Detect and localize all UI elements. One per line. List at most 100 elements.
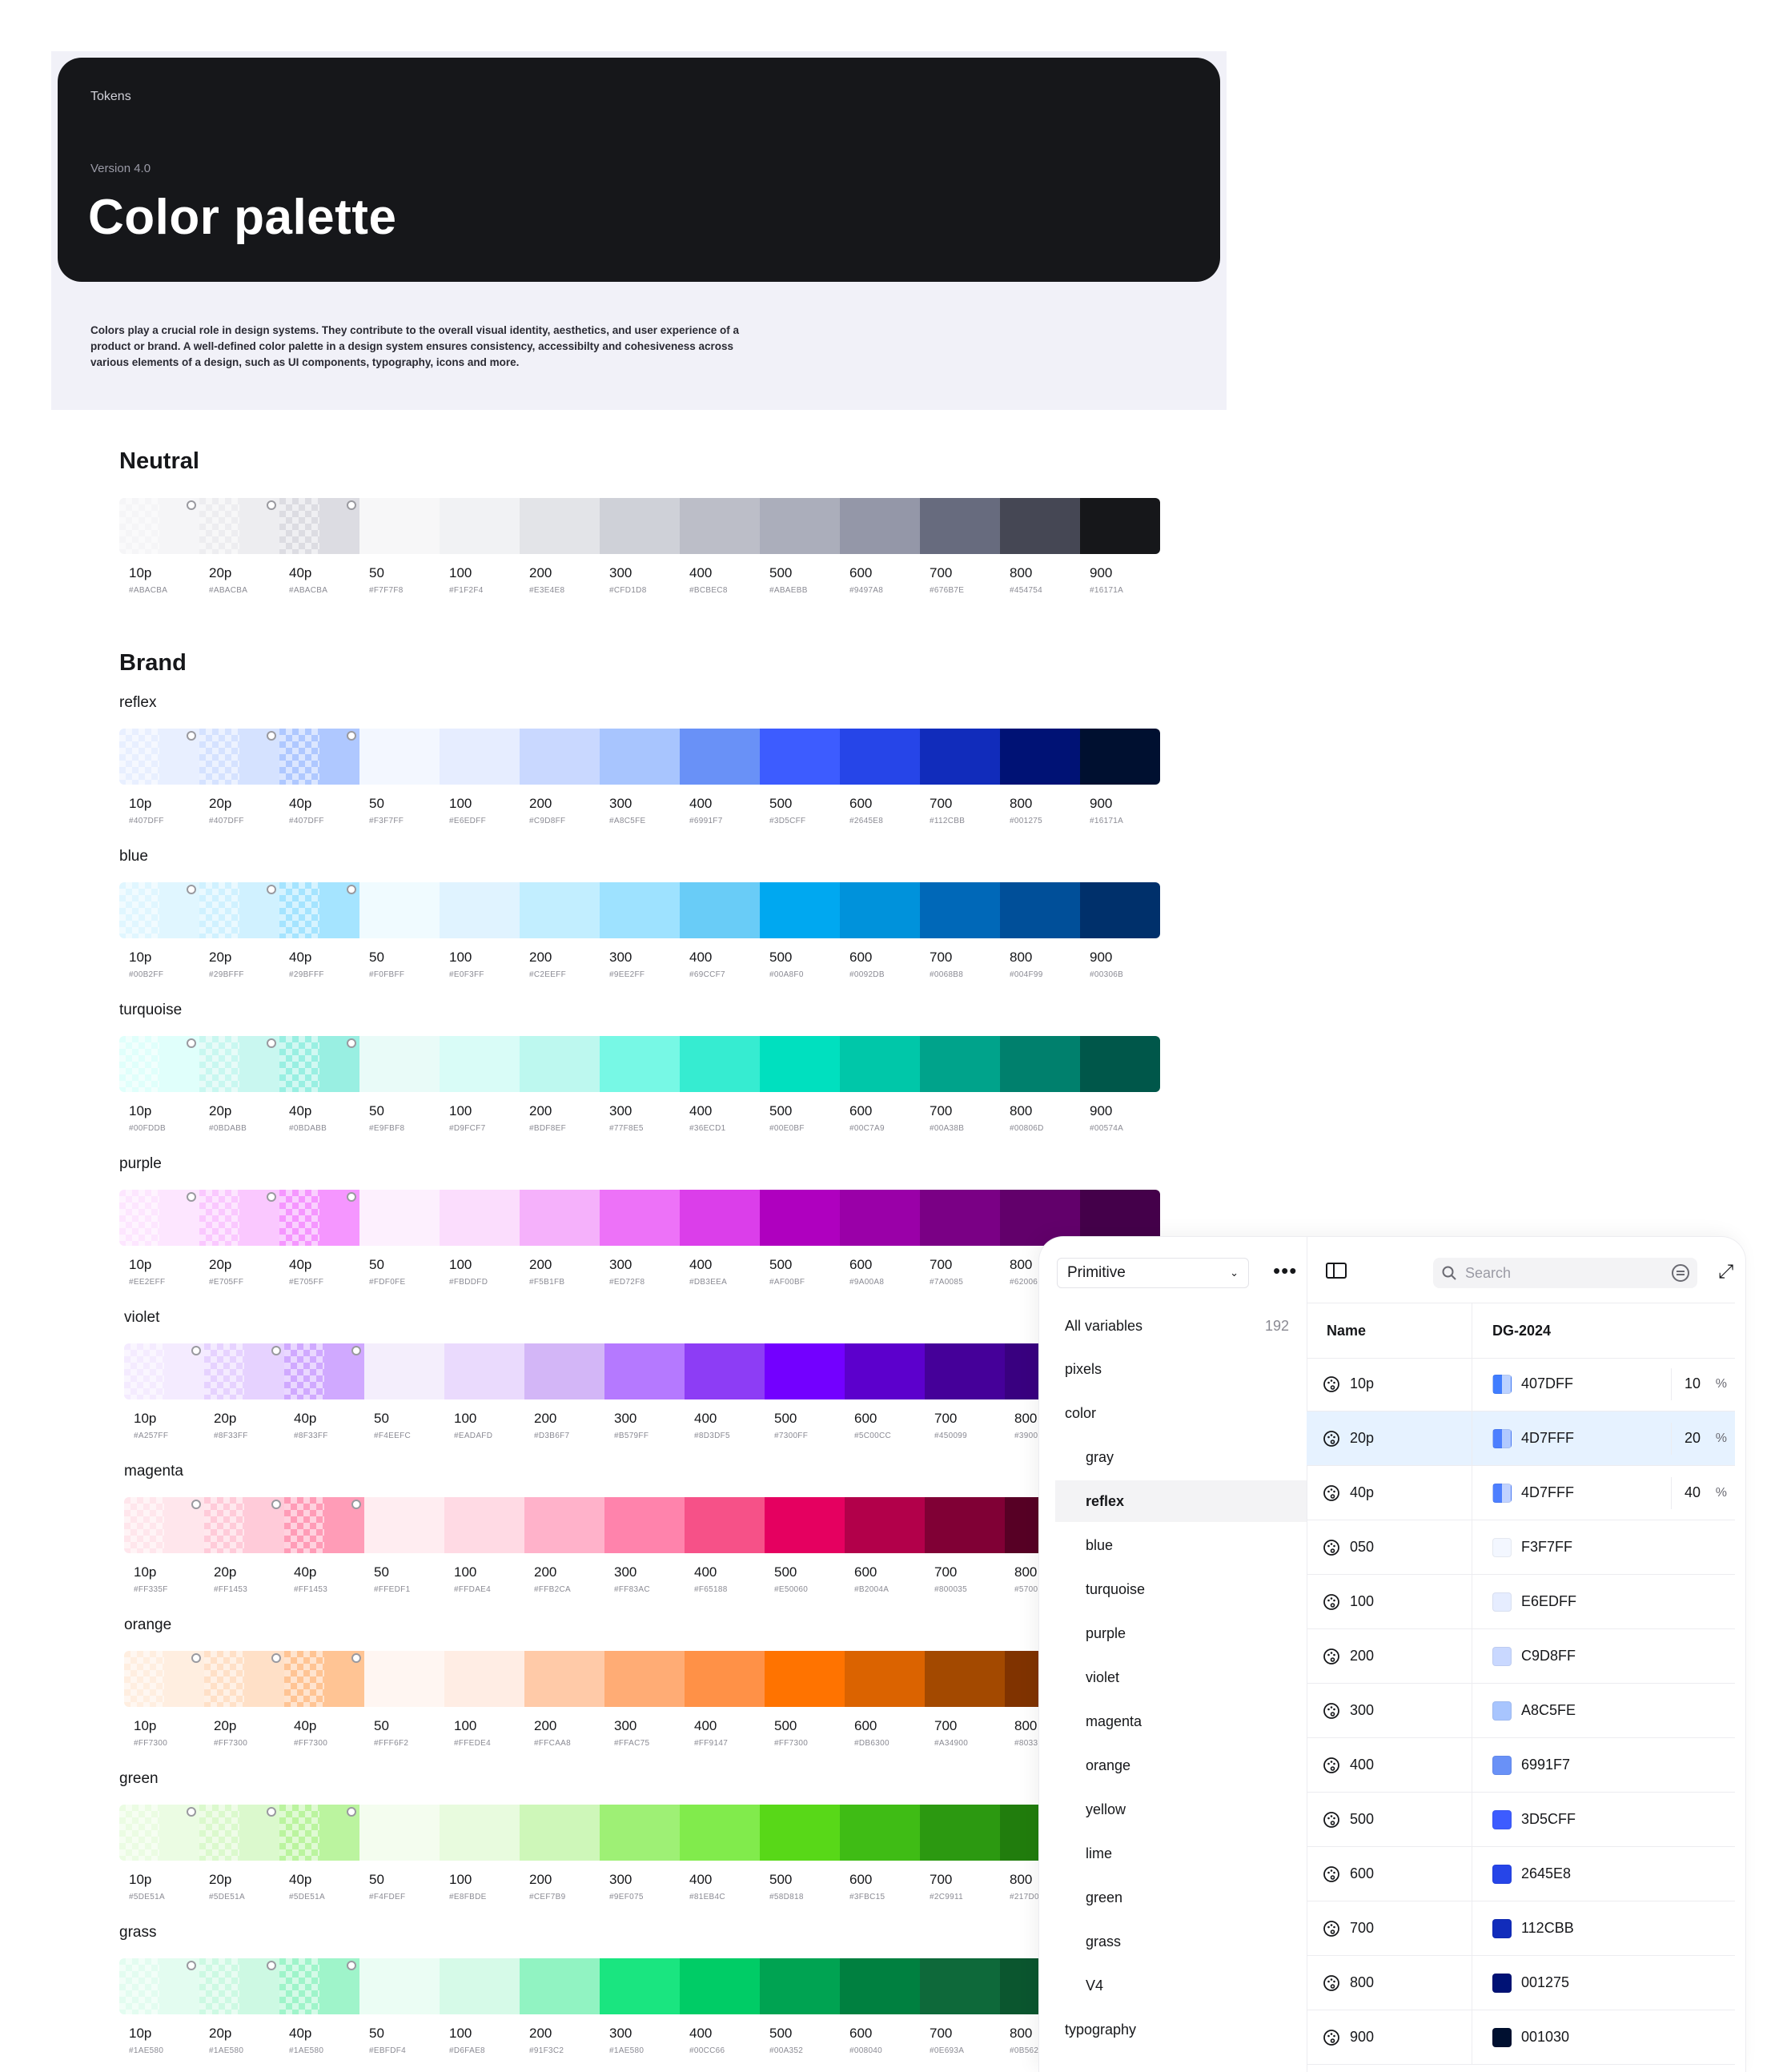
color-swatch[interactable] xyxy=(520,1805,600,1861)
table-row[interactable]: 300 A8C5FE xyxy=(1307,1684,1735,1738)
color-swatch[interactable] xyxy=(440,729,520,785)
color-swatch[interactable] xyxy=(680,498,760,554)
variable-name-cell[interactable]: 200 xyxy=(1307,1629,1472,1683)
color-swatch[interactable] xyxy=(765,1651,845,1707)
color-swatch[interactable] xyxy=(284,1651,364,1707)
color-swatch[interactable] xyxy=(840,498,920,554)
opacity-field[interactable]: 40% xyxy=(1671,1476,1735,1509)
color-swatch[interactable] xyxy=(119,1958,199,2014)
color-swatch[interactable] xyxy=(920,1036,1000,1092)
color-swatch[interactable] xyxy=(520,1190,600,1246)
table-row[interactable]: 050 F3F7FF xyxy=(1307,1520,1735,1575)
color-swatch[interactable] xyxy=(685,1497,765,1553)
color-swatch[interactable] xyxy=(359,1805,440,1861)
color-swatch[interactable] xyxy=(765,1343,845,1399)
color-swatch[interactable] xyxy=(284,1497,364,1553)
more-options-icon[interactable]: ••• xyxy=(1273,1259,1297,1282)
color-swatch[interactable] xyxy=(1000,882,1080,938)
color-chip[interactable] xyxy=(1492,1701,1512,1721)
color-chip[interactable] xyxy=(1492,2027,1512,2047)
color-swatch[interactable] xyxy=(119,882,199,938)
color-swatch[interactable] xyxy=(600,882,680,938)
color-swatch[interactable] xyxy=(279,1805,359,1861)
color-swatch[interactable] xyxy=(1000,729,1080,785)
color-swatch[interactable] xyxy=(604,1343,685,1399)
color-swatch[interactable] xyxy=(680,882,760,938)
column-header-mode[interactable]: DG-2024 xyxy=(1472,1323,1551,1339)
variable-name-cell[interactable]: 800 xyxy=(1307,1956,1472,2010)
color-swatch[interactable] xyxy=(920,729,1000,785)
sidebar-item-reflex[interactable]: reflex xyxy=(1055,1480,1307,1522)
table-row[interactable]: 100 E6EDFF xyxy=(1307,1575,1735,1629)
color-swatch[interactable] xyxy=(760,1958,840,2014)
color-swatch[interactable] xyxy=(600,1190,680,1246)
color-swatch[interactable] xyxy=(440,1036,520,1092)
color-swatch[interactable] xyxy=(680,1190,760,1246)
color-swatch[interactable] xyxy=(520,1036,600,1092)
color-swatch[interactable] xyxy=(524,1497,604,1553)
color-swatch[interactable] xyxy=(845,1343,925,1399)
color-swatch[interactable] xyxy=(604,1497,685,1553)
color-swatch[interactable] xyxy=(279,498,359,554)
sidebar-toggle-icon[interactable] xyxy=(1326,1263,1347,1279)
table-row[interactable]: 800 001275 xyxy=(1307,1956,1735,2010)
color-swatch[interactable] xyxy=(119,498,199,554)
sidebar-item-orange[interactable]: orange xyxy=(1039,1745,1307,1786)
color-swatch[interactable] xyxy=(204,1497,284,1553)
color-swatch[interactable] xyxy=(600,1958,680,2014)
variable-name-cell[interactable]: 100 xyxy=(1307,1575,1472,1628)
variable-value-cell[interactable]: 001030 xyxy=(1472,2010,1735,2064)
search-field[interactable] xyxy=(1433,1258,1697,1288)
color-swatch[interactable] xyxy=(600,1805,680,1861)
color-swatch[interactable] xyxy=(364,1651,444,1707)
color-swatch[interactable] xyxy=(279,1036,359,1092)
color-chip[interactable] xyxy=(1492,1537,1512,1557)
color-swatch[interactable] xyxy=(444,1343,524,1399)
sidebar-item-magenta[interactable]: magenta xyxy=(1039,1701,1307,1742)
color-swatch[interactable] xyxy=(1080,729,1160,785)
sidebar-item-color[interactable]: color xyxy=(1039,1392,1307,1434)
color-swatch[interactable] xyxy=(440,1190,520,1246)
color-swatch[interactable] xyxy=(199,1190,279,1246)
color-swatch[interactable] xyxy=(440,1958,520,2014)
color-swatch[interactable] xyxy=(840,882,920,938)
color-swatch[interactable] xyxy=(359,1036,440,1092)
sidebar-item-grass[interactable]: grass xyxy=(1039,1921,1307,1962)
color-swatch[interactable] xyxy=(119,1036,199,1092)
variable-value-cell[interactable]: E6EDFF xyxy=(1472,1575,1735,1628)
sidebar-item-turquoise[interactable]: turquoise xyxy=(1039,1568,1307,1610)
color-swatch[interactable] xyxy=(920,1190,1000,1246)
color-swatch[interactable] xyxy=(199,1036,279,1092)
color-swatch[interactable] xyxy=(920,1805,1000,1861)
sidebar-item-violet[interactable]: violet xyxy=(1039,1656,1307,1698)
color-swatch[interactable] xyxy=(600,1036,680,1092)
variable-value-cell[interactable]: A8C5FE xyxy=(1472,1684,1735,1737)
color-swatch[interactable] xyxy=(1080,498,1160,554)
table-row[interactable]: 10p 407DFF 10% xyxy=(1307,1357,1735,1411)
opacity-field[interactable]: 10% xyxy=(1671,1367,1735,1400)
color-swatch[interactable] xyxy=(444,1651,524,1707)
color-swatch[interactable] xyxy=(199,1958,279,2014)
color-swatch[interactable] xyxy=(840,1190,920,1246)
color-swatch[interactable] xyxy=(760,1036,840,1092)
color-swatch[interactable] xyxy=(284,1343,364,1399)
color-swatch[interactable] xyxy=(845,1497,925,1553)
opacity-field[interactable]: 20% xyxy=(1671,1422,1735,1455)
color-chip[interactable] xyxy=(1492,1864,1512,1884)
sidebar-item-pixels[interactable]: pixels xyxy=(1039,1348,1307,1390)
filter-icon[interactable] xyxy=(1672,1264,1689,1282)
color-chip[interactable] xyxy=(1492,1592,1512,1612)
table-row[interactable]: 200 C9D8FF xyxy=(1307,1629,1735,1684)
color-swatch[interactable] xyxy=(760,498,840,554)
variable-name-cell[interactable]: 050 xyxy=(1307,1520,1472,1574)
sidebar-item-purple[interactable]: purple xyxy=(1039,1612,1307,1654)
table-row[interactable]: 700 112CBB xyxy=(1307,1901,1735,1956)
color-swatch[interactable] xyxy=(840,1036,920,1092)
variable-value-cell[interactable]: 2645E8 xyxy=(1472,1847,1735,1901)
variable-value-cell[interactable]: 001275 xyxy=(1472,1956,1735,2010)
variable-value-cell[interactable]: 4D7FFF 20% xyxy=(1472,1411,1735,1465)
color-swatch[interactable] xyxy=(124,1497,204,1553)
color-swatch[interactable] xyxy=(920,498,1000,554)
color-swatch[interactable] xyxy=(760,729,840,785)
color-swatch[interactable] xyxy=(199,498,279,554)
